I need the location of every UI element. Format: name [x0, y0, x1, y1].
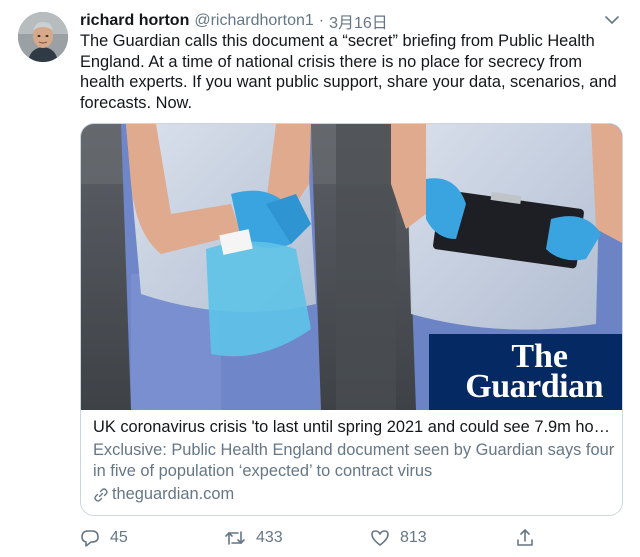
tweet-header: richard horton @richardhorton1 · 3月16日: [80, 10, 388, 32]
reply-icon: [81, 530, 99, 547]
author-handle[interactable]: @richardhorton1: [194, 12, 313, 30]
reply-button[interactable]: 45: [80, 528, 128, 548]
like-count: 813: [400, 529, 427, 546]
heart-icon: [371, 530, 389, 546]
tweet-date[interactable]: 3月16日: [329, 9, 388, 33]
share-icon: [517, 529, 533, 546]
reply-count: 45: [110, 529, 128, 546]
link-icon: [94, 487, 108, 502]
guardian-logo: The Guardian: [429, 334, 622, 410]
retweet-button[interactable]: 433: [224, 528, 283, 548]
share-button[interactable]: [515, 528, 545, 548]
chevron-down-icon[interactable]: [602, 10, 622, 30]
card-image[interactable]: The Guardian: [81, 124, 622, 410]
tweet[interactable]: richard horton @richardhorton1 · 3月16日 T…: [0, 0, 640, 557]
card-description: Exclusive: Public Health England documen…: [93, 441, 615, 480]
card-title[interactable]: UK coronavirus crisis 'to last until spr…: [93, 417, 615, 438]
tweet-actions: 45 433 813: [80, 528, 540, 552]
retweet-count: 433: [256, 529, 283, 546]
tweet-text: The Guardian calls this document a “secr…: [80, 32, 617, 112]
retweet-icon: [225, 531, 245, 545]
author-name[interactable]: richard horton: [80, 12, 189, 30]
link-card[interactable]: The Guardian UK coronavirus crisis 'to l…: [80, 123, 623, 516]
separator-dot: ·: [318, 12, 325, 29]
like-button[interactable]: 813: [370, 528, 427, 548]
avatar[interactable]: [18, 12, 68, 62]
card-text: UK coronavirus crisis 'to last until spr…: [93, 417, 615, 505]
card-domain[interactable]: theguardian.com: [93, 484, 615, 505]
